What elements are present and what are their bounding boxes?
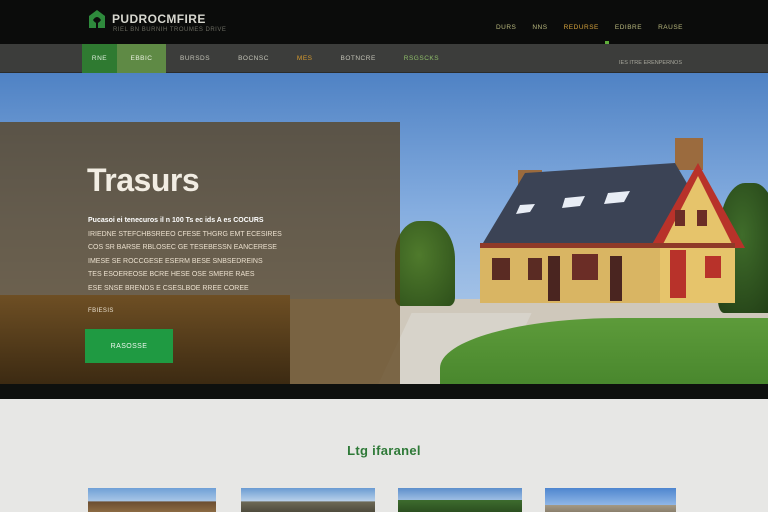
hero-line-2: IRIEDNE STEFCHBSREEO CFESE THGRG EMT ECE…: [88, 230, 282, 238]
top-nav: DURS NNS REDURSE EDIBRE RAUSE: [496, 24, 683, 31]
sub-nav-item-botncre[interactable]: BOTNCRE: [327, 44, 390, 73]
hero-trees-left: [395, 221, 455, 306]
hero-banner: Trasurs Pucasoi ei tenecuros il n 100 Ts…: [0, 73, 768, 384]
logo[interactable]: PUDROCMFIRE: [88, 9, 206, 29]
hero-cta-button[interactable]: RASOSSE: [85, 329, 173, 363]
top-nav-item-redurse[interactable]: REDURSE: [564, 24, 599, 31]
hero-small-label: FBIESIS: [88, 308, 114, 314]
hero-line-5: TES ESOEREOSE BCRE HESE OSE SMERE RAES: [88, 271, 255, 278]
gallery-thumbnail-2[interactable]: [241, 488, 375, 512]
sub-nav-item-rsgscks[interactable]: RSGSCKS: [390, 44, 453, 73]
gallery-thumbnail-3[interactable]: [398, 488, 522, 512]
sub-nav-bar: RNE EBBIC BURSDS BOCNSC MES BOTNCRE RSGS…: [0, 44, 768, 73]
hero-house-illustration: [480, 138, 745, 303]
top-nav-item-nns[interactable]: NNS: [532, 24, 547, 31]
section-title: Ltg ifaranel: [347, 443, 421, 458]
hero-line-1: Pucasoi ei tenecuros il n 100 Ts ec ids …: [88, 217, 264, 224]
hero-bottom-strip: [0, 384, 768, 399]
top-nav-item-durs[interactable]: DURS: [496, 24, 516, 31]
sub-nav-info-text: IES ITRE ERENPERNOS: [619, 60, 682, 66]
brand-name: PUDROCMFIRE: [112, 12, 206, 26]
sub-nav-item-home[interactable]: RNE: [82, 44, 117, 73]
hero-line-3: COS SR BARSE RBLOSEC GE TESEBESSN EANCER…: [88, 244, 277, 251]
sub-nav: RNE EBBIC BURSDS BOCNSC MES BOTNCRE RSGS…: [82, 44, 453, 73]
sub-nav-item-mes[interactable]: MES: [283, 44, 327, 73]
gallery-thumbnail-4[interactable]: [545, 488, 676, 512]
top-header: PUDROCMFIRE RIEL BN BURNIH TROUMES DRIVE…: [0, 0, 768, 44]
hero-line-6: ESE SNSE BRENDS E CSESLBOE RREE COREE: [88, 284, 249, 292]
sub-nav-item-bocnsc[interactable]: BOCNSC: [224, 44, 283, 73]
gallery-thumbnail-1[interactable]: [88, 488, 216, 512]
house-leaf-icon: [89, 10, 105, 28]
brand-tagline: RIEL BN BURNIH TROUMES DRIVE: [113, 27, 227, 33]
sub-nav-item-bursds[interactable]: BURSDS: [166, 44, 224, 73]
top-nav-item-edibre[interactable]: EDIBRE: [615, 24, 642, 31]
hero-line-4: IMESE SE ROCCGESE ESERM BESE SNBSEDREINS: [88, 257, 263, 265]
hero-title: Trasurs: [87, 162, 200, 198]
sub-nav-item-ebbic[interactable]: EBBIC: [117, 44, 166, 73]
hero-description: Pucasoi ei tenecuros il n 100 Ts ec ids …: [88, 214, 318, 295]
top-nav-item-rause[interactable]: RAUSE: [658, 24, 683, 31]
